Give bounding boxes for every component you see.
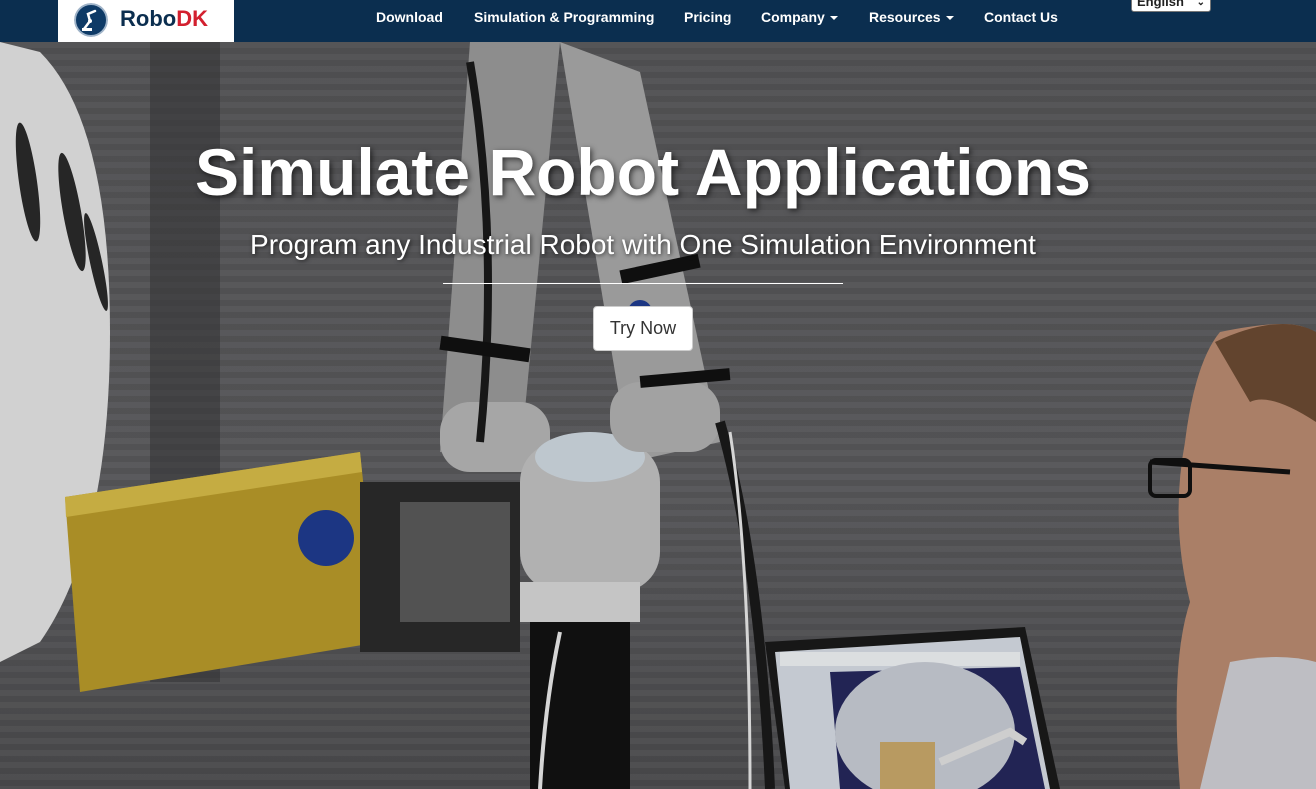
nav-simulation-programming[interactable]: Simulation & Programming: [474, 9, 654, 25]
chevron-down-icon: ⌄: [1196, 0, 1205, 8]
language-value: English: [1137, 0, 1184, 9]
hero-section: Simulate Robot Applications Program any …: [0, 42, 1316, 789]
hero-title: Simulate Robot Applications: [195, 135, 1091, 209]
hero-subtitle: Program any Industrial Robot with One Si…: [250, 229, 1036, 260]
brand-name: RoboDK: [120, 6, 208, 31]
nav-resources[interactable]: Resources: [869, 9, 954, 25]
top-navbar: RoboDK Download Simulation & Programming…: [0, 0, 1316, 42]
caret-down-icon: [829, 16, 838, 21]
nav-company[interactable]: Company: [761, 9, 838, 25]
caret-down-icon: [945, 16, 954, 21]
robot-arm-icon: [74, 3, 108, 37]
nav-company-label: Company: [761, 9, 825, 25]
nav-resources-label: Resources: [869, 9, 941, 25]
language-select[interactable]: English ⌄: [1131, 0, 1211, 12]
nav-pricing[interactable]: Pricing: [684, 9, 731, 25]
hero-divider: [443, 283, 843, 284]
nav-contact-us[interactable]: Contact Us: [984, 9, 1058, 25]
try-now-button[interactable]: Try Now: [593, 306, 693, 351]
nav-download[interactable]: Download: [376, 9, 443, 25]
robodk-logo[interactable]: RoboDK: [58, 0, 234, 42]
